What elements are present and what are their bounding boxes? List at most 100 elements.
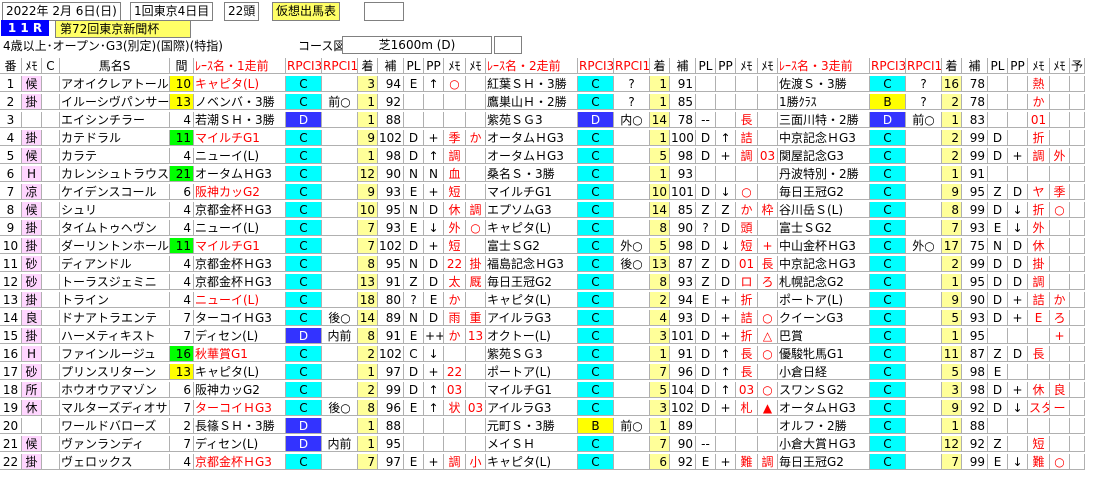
race-name-cell[interactable]: ディセン(L) xyxy=(194,328,286,344)
column-header[interactable]: 馬名S xyxy=(60,58,170,74)
memo-cell[interactable]: 22 xyxy=(444,256,466,272)
horse-name[interactable]: ダーリントンホール xyxy=(60,238,170,254)
forecast-cell[interactable] xyxy=(1070,328,1085,344)
memo-mark[interactable]: 掛 xyxy=(22,94,42,110)
race-name-cell[interactable]: 若潮ＳＨ・3勝 xyxy=(194,112,286,128)
forecast-cell[interactable] xyxy=(1070,256,1085,272)
race-name-cell[interactable]: アイルラG3 xyxy=(486,310,578,326)
memo-mark[interactable]: 掛 xyxy=(22,238,42,254)
memo-cell[interactable]: ○ xyxy=(466,220,486,236)
race-name-cell[interactable]: 札幌記念G2 xyxy=(778,274,870,290)
forecast-cell[interactable] xyxy=(1070,400,1085,416)
race-name-cell[interactable]: ディセン(L) xyxy=(194,436,286,452)
race-name-cell[interactable]: 小倉日経 xyxy=(778,364,870,380)
blank-field-2[interactable] xyxy=(494,36,522,54)
table-row[interactable]: 19 休マルターズディオサ 7 ターコイＨG3 C 後○ 8 96 E ↑ 状 03 アイルラG3 C 3 1… xyxy=(0,400,1117,417)
horse-name[interactable]: ヴェロックス xyxy=(60,454,170,470)
race-name-cell[interactable]: 三面川特・2勝 xyxy=(778,112,870,128)
memo-cell[interactable]: 折 xyxy=(736,292,758,308)
memo-cell[interactable]: 調 xyxy=(758,454,778,470)
forecast-cell[interactable] xyxy=(1070,148,1085,164)
race-name-cell[interactable]: 阪神カッG2 xyxy=(194,382,286,398)
horse-name[interactable]: アオイクレアトール xyxy=(60,76,170,92)
column-header[interactable]: PP xyxy=(1008,58,1028,74)
memo-cell[interactable]: 折 xyxy=(1028,130,1050,146)
memo-cell[interactable]: 折 xyxy=(736,328,758,344)
race-name-cell[interactable]: 桑名Ｓ・3勝 xyxy=(486,166,578,182)
memo-cell[interactable]: 調 xyxy=(736,148,758,164)
table-row[interactable]: 11 砂ディアンドル 4 京都金杯ＨG3 C 8 95 N D 22 掛福島記念ＨG3 C 後○ 13 87… xyxy=(0,256,1117,273)
race-name-cell[interactable]: オータムＨG3 xyxy=(486,130,578,146)
memo-cell[interactable]: ヤ xyxy=(1028,184,1050,200)
race-name-cell[interactable]: 中京記念ＨG3 xyxy=(778,256,870,272)
memo-cell[interactable]: 難 xyxy=(1028,454,1050,470)
memo-cell[interactable] xyxy=(758,418,778,434)
memo-cell[interactable] xyxy=(1050,274,1070,290)
memo-cell[interactable] xyxy=(466,94,486,110)
memo-cell[interactable]: 短 xyxy=(1028,436,1050,452)
memo-cell[interactable] xyxy=(758,220,778,236)
race-name-cell[interactable]: ニューイ(L) xyxy=(194,292,286,308)
memo-cell[interactable]: 03 xyxy=(758,148,778,164)
race-name-cell[interactable]: 京都金杯ＨG3 xyxy=(194,256,286,272)
memo-cell[interactable]: 血 xyxy=(444,166,466,182)
horse-name[interactable]: プリンスリターン xyxy=(60,364,170,380)
memo-cell[interactable]: 詰 xyxy=(736,130,758,146)
memo-mark[interactable]: 休 xyxy=(22,400,42,416)
memo-cell[interactable] xyxy=(736,94,758,110)
horse-name[interactable]: カレンシュトラウス xyxy=(60,166,170,182)
memo-cell[interactable]: 小 xyxy=(466,454,486,470)
memo-cell[interactable] xyxy=(1028,364,1050,380)
column-header[interactable]: C xyxy=(42,58,60,74)
race-name-cell[interactable]: 毎日王冠G2 xyxy=(778,454,870,470)
horse-name[interactable]: エイシンチラー xyxy=(60,112,170,128)
memo-cell[interactable] xyxy=(1050,76,1070,92)
race-name-cell[interactable]: 元町Ｓ・3勝 xyxy=(486,418,578,434)
memo-cell[interactable] xyxy=(736,436,758,452)
memo-mark[interactable]: 候 xyxy=(22,202,42,218)
memo-cell[interactable] xyxy=(758,184,778,200)
memo-cell[interactable]: 季 xyxy=(444,130,466,146)
memo-cell[interactable]: ー xyxy=(1050,400,1070,416)
memo-cell[interactable] xyxy=(1050,256,1070,272)
memo-cell[interactable] xyxy=(444,94,466,110)
blank-field[interactable] xyxy=(364,2,404,21)
race-name-cell[interactable]: ポートア(L) xyxy=(486,364,578,380)
column-header[interactable]: RPCI1 xyxy=(322,58,358,74)
race-name-cell[interactable]: 佐渡Ｓ・3勝 xyxy=(778,76,870,92)
horse-name[interactable]: タイムトゥヘヴン xyxy=(60,220,170,236)
memo-cell[interactable]: 長 xyxy=(736,346,758,362)
memo-cell[interactable]: ▲ xyxy=(758,400,778,416)
memo-cell[interactable]: + xyxy=(1050,328,1070,344)
forecast-cell[interactable] xyxy=(1070,382,1085,398)
column-header[interactable]: ﾒﾓ xyxy=(444,58,466,74)
horse-name[interactable]: ヴァンランディ xyxy=(60,436,170,452)
memo-cell[interactable]: 難 xyxy=(736,454,758,470)
memo-mark[interactable]: 候 xyxy=(22,436,42,452)
race-name-cell[interactable]: キャピタ(L) xyxy=(486,292,578,308)
column-header[interactable]: 着 xyxy=(650,58,670,74)
memo-cell[interactable] xyxy=(758,292,778,308)
memo-cell[interactable]: 調 xyxy=(466,202,486,218)
memo-cell[interactable] xyxy=(758,436,778,452)
memo-cell[interactable] xyxy=(444,436,466,452)
memo-cell[interactable] xyxy=(758,94,778,110)
forecast-cell[interactable] xyxy=(1070,310,1085,326)
column-header[interactable]: PL xyxy=(988,58,1008,74)
memo-cell[interactable]: か xyxy=(444,292,466,308)
memo-cell[interactable]: か xyxy=(736,202,758,218)
memo-cell[interactable]: か xyxy=(466,130,486,146)
memo-cell[interactable]: 調 xyxy=(444,454,466,470)
race-name-cell[interactable]: マイルチG1 xyxy=(486,184,578,200)
memo-cell[interactable] xyxy=(1050,436,1070,452)
memo-mark[interactable]: H xyxy=(22,166,42,182)
memo-cell[interactable]: 13 xyxy=(466,328,486,344)
race-name-cell[interactable]: キャピタ(L) xyxy=(486,454,578,470)
table-row[interactable]: 22 掛ヴェロックス 4 京都金杯ＨG3 C 7 97 E + 調小キャピタ(L) C 6 92 E + 難調… xyxy=(0,454,1117,471)
horse-name[interactable]: ホウオウアマゾン xyxy=(60,382,170,398)
column-header[interactable]: 補 xyxy=(962,58,988,74)
memo-cell[interactable] xyxy=(1050,94,1070,110)
memo-mark[interactable]: 凉 xyxy=(22,184,42,200)
race-name-cell[interactable]: ターコイＨG3 xyxy=(194,400,286,416)
table-row[interactable]: 10 掛ダーリントンホール 11 マイルチG1 C 7 102 D + 短富士ＳG2 C 外○ 5 98 D… xyxy=(0,238,1117,255)
